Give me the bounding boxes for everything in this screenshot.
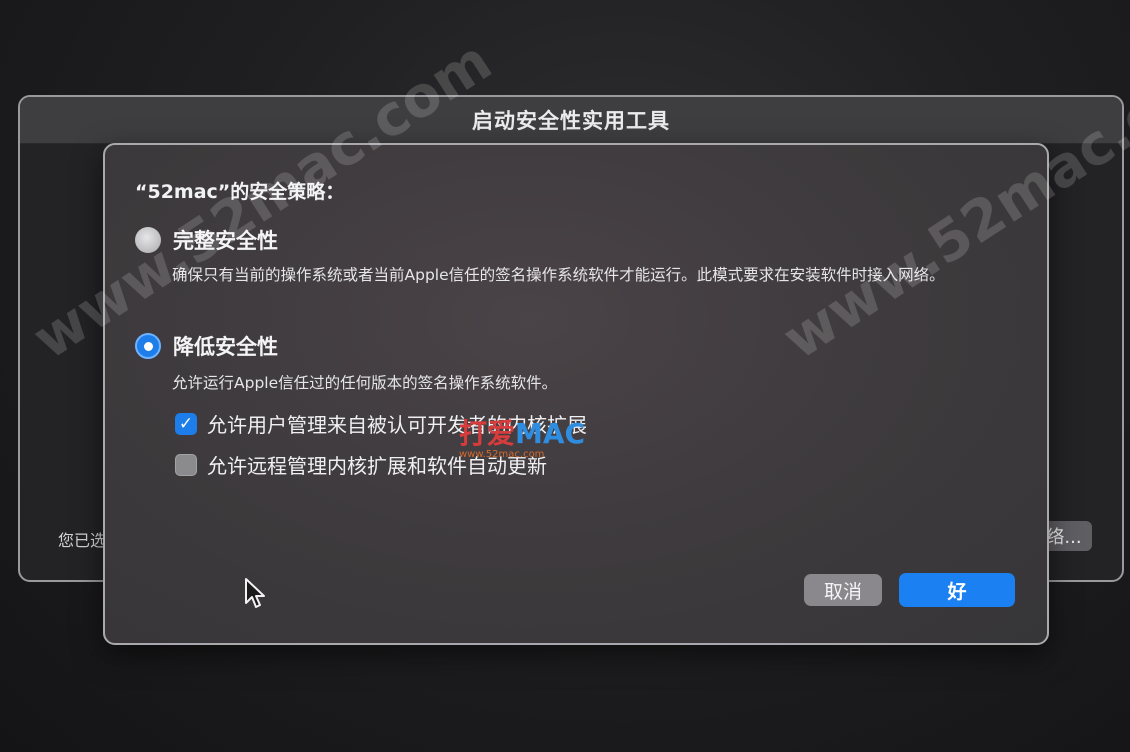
full-security-option[interactable]: 完整安全性 — [135, 225, 278, 255]
remote-management-option[interactable]: 允许远程管理内核扩展和软件自动更新 — [175, 450, 547, 479]
full-security-label: 完整安全性 — [173, 229, 278, 253]
remote-management-checkbox[interactable] — [175, 453, 197, 476]
security-policy-heading: “52mac”的安全策略： — [135, 181, 345, 203]
reduced-security-description: 允许运行Apple信任过的任何版本的签名操作系统软件。 — [172, 374, 558, 392]
full-security-description: 确保只有当前的操作系统或者当前Apple信任的签名操作系统软件才能运行。此模式要… — [172, 266, 945, 284]
mouse-pointer-icon — [243, 577, 269, 615]
reduced-security-option[interactable]: 降低安全性 — [135, 331, 278, 361]
kernel-extension-label: 允许用户管理来自被认可开发者的内核扩展 — [207, 413, 587, 437]
cancel-button[interactable]: 取消 — [804, 574, 882, 606]
reduced-security-radio[interactable] — [135, 333, 161, 359]
kernel-extension-checkbox[interactable]: ✓ — [175, 412, 197, 435]
ok-button[interactable]: 好 — [899, 573, 1015, 607]
remote-management-label: 允许远程管理内核扩展和软件自动更新 — [207, 454, 547, 478]
window-title: 启动安全性实用工具 — [20, 97, 1122, 144]
security-policy-sheet: “52mac”的安全策略： 完整安全性 确保只有当前的操作系统或者当前Apple… — [103, 143, 1049, 645]
reduced-security-label: 降低安全性 — [173, 335, 278, 359]
full-security-radio[interactable] — [135, 227, 161, 253]
kernel-extension-option[interactable]: ✓ 允许用户管理来自被认可开发者的内核扩展 — [175, 409, 587, 438]
background-status-label: 您已选 — [58, 531, 107, 550]
